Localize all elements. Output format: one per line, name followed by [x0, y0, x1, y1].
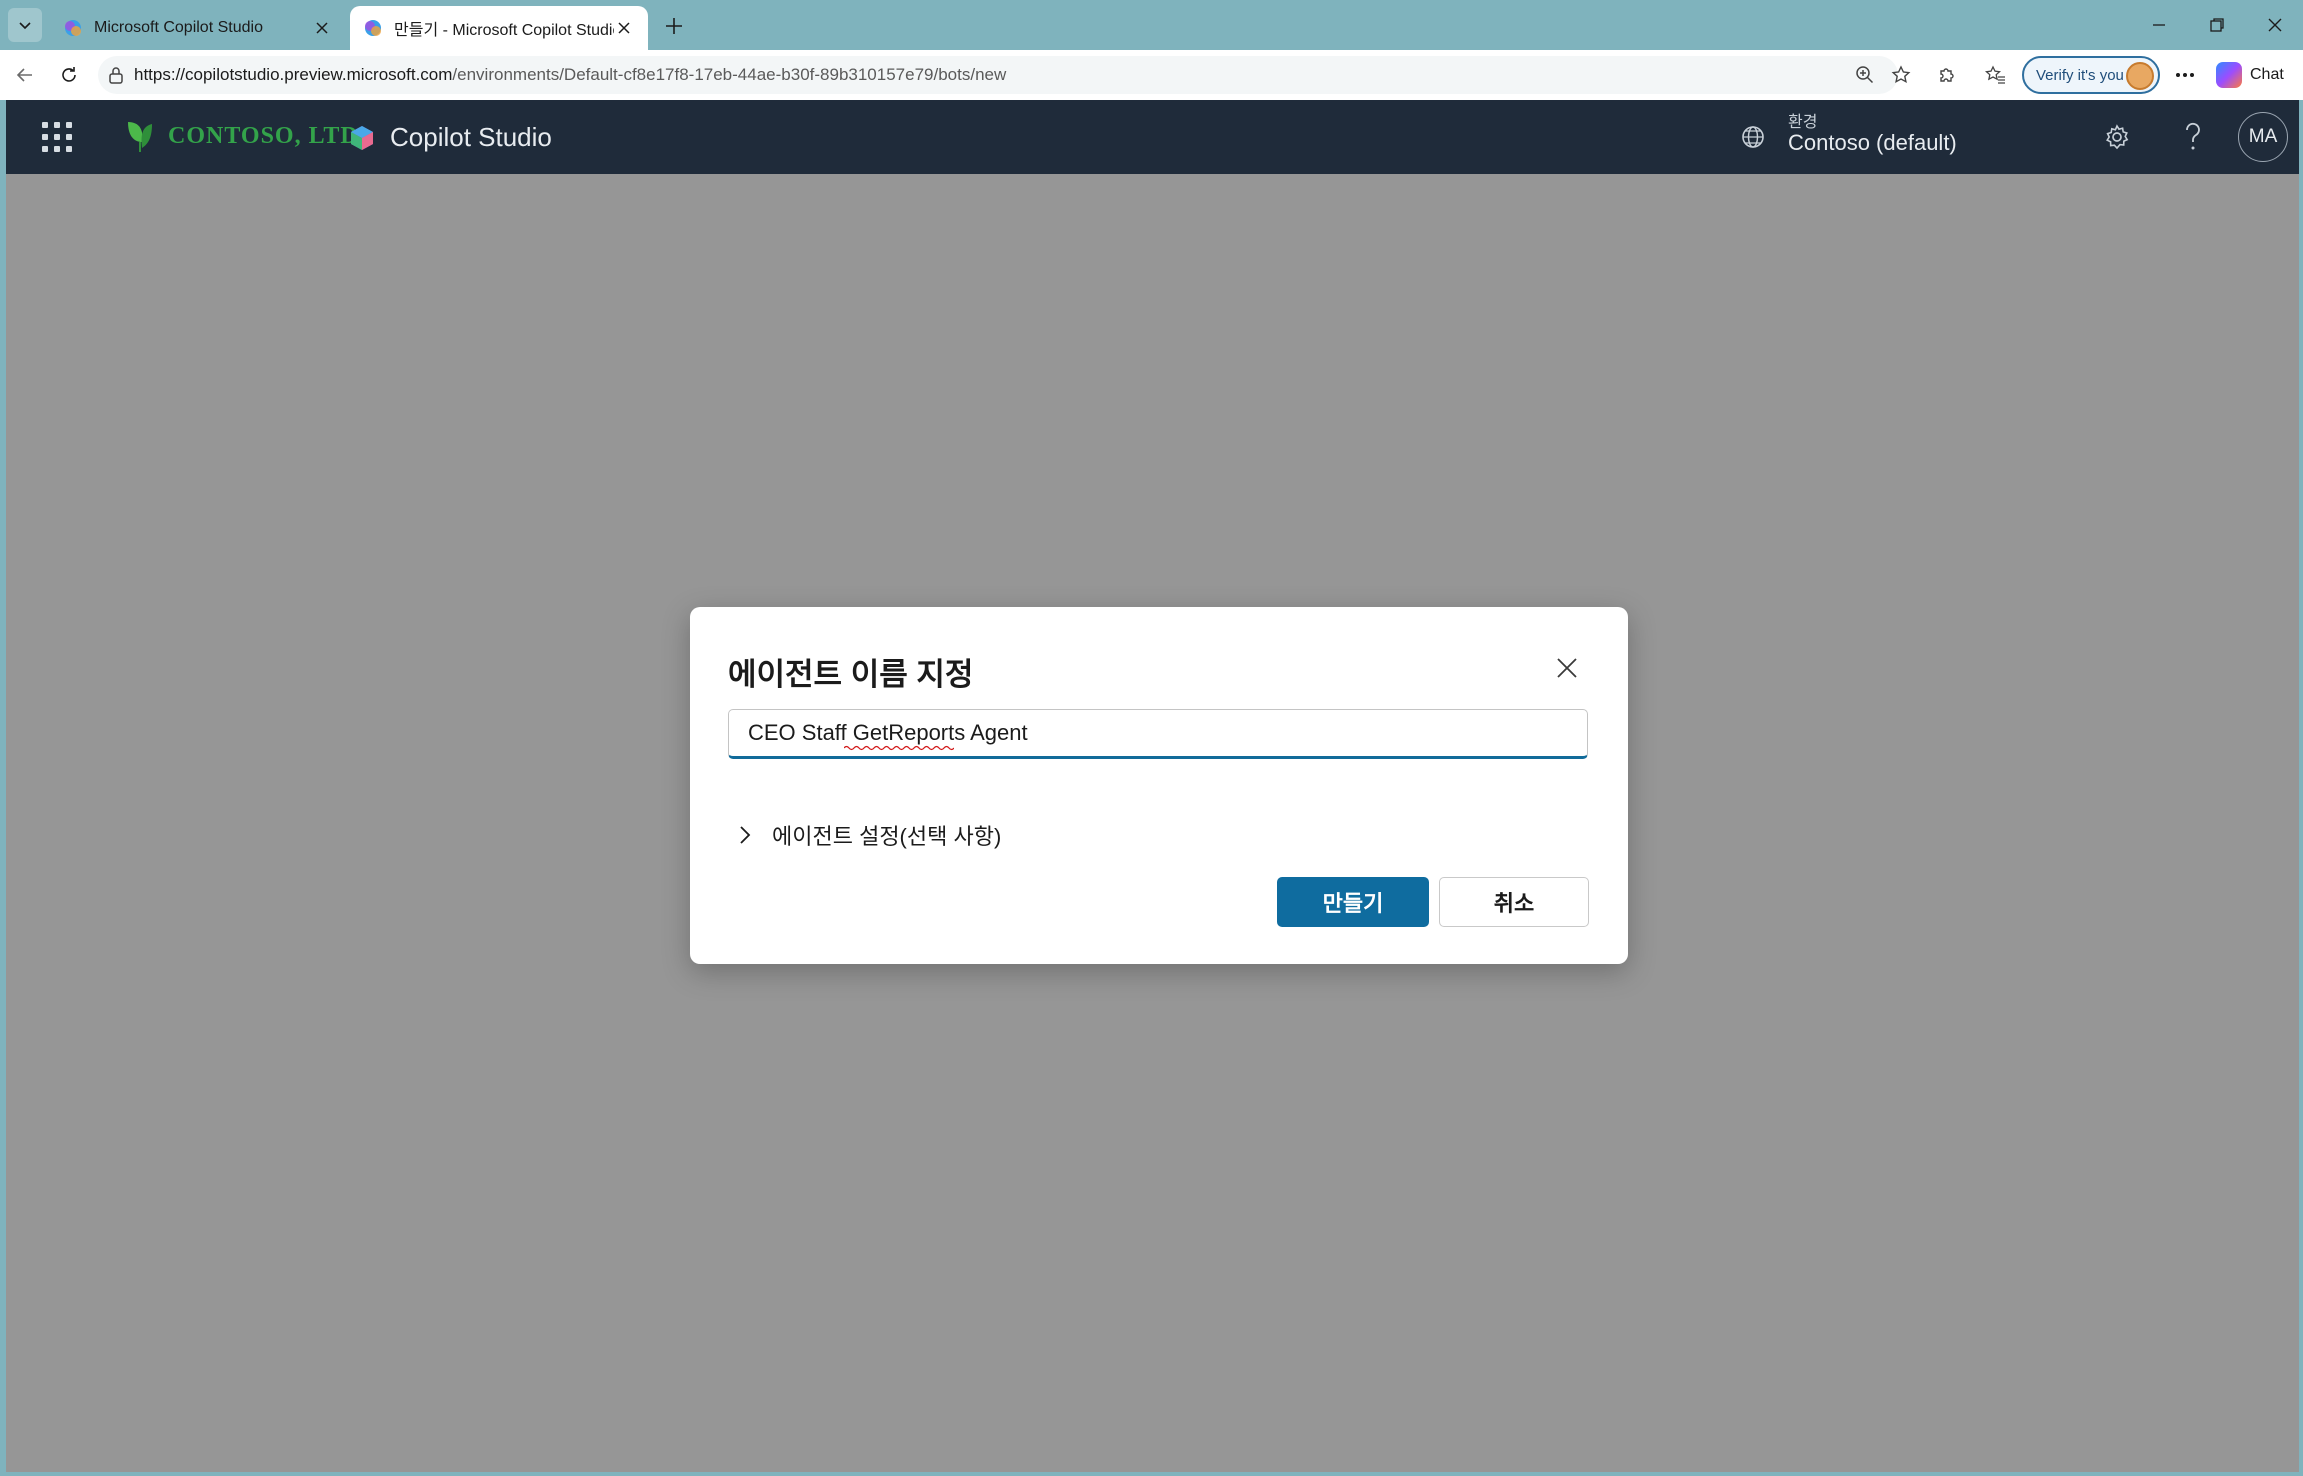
- close-icon: [1557, 658, 1577, 678]
- url-field[interactable]: https://copilotstudio.preview.microsoft.…: [98, 56, 1898, 94]
- copilot-icon: [2216, 62, 2242, 88]
- url-text: https://copilotstudio.preview.microsoft.…: [134, 65, 1006, 85]
- restore-window-button[interactable]: [2188, 0, 2246, 50]
- url-path: /environments/Default-cf8e17f8-17eb-44ae…: [452, 65, 1007, 84]
- minimize-icon: [2153, 24, 2165, 26]
- close-window-button[interactable]: [2246, 0, 2303, 50]
- agent-settings-expander[interactable]: 에이전트 설정(선택 사항): [734, 817, 1001, 853]
- app-launcher-icon[interactable]: [42, 122, 72, 152]
- org-logo[interactable]: CONTOSO, LTD.: [124, 118, 366, 154]
- environment-picker[interactable]: Contoso (default): [1788, 130, 1957, 156]
- ellipsis-icon: [2176, 73, 2194, 77]
- favorite-button[interactable]: [1886, 60, 1916, 90]
- more-options-button[interactable]: [2170, 60, 2200, 90]
- dialog-title: 에이전트 이름 지정: [728, 657, 974, 692]
- chat-label: Chat: [2250, 66, 2284, 83]
- settings-button[interactable]: [2100, 120, 2134, 154]
- browser-tab-bar: Microsoft Copilot Studio 만들기 - Microsoft…: [0, 0, 2303, 50]
- puzzle-icon: [1940, 68, 1954, 82]
- favorites-button[interactable]: [1980, 60, 2010, 90]
- profile-avatar: [2126, 62, 2154, 90]
- copilot-studio-favicon-icon: [365, 20, 381, 36]
- tab-copilot-studio[interactable]: Microsoft Copilot Studio: [50, 6, 346, 50]
- create-button[interactable]: 만들기: [1277, 877, 1429, 927]
- close-tab-icon[interactable]: [312, 18, 332, 38]
- copilot-studio-logo-icon: [351, 125, 373, 150]
- lock-icon[interactable]: [108, 66, 124, 84]
- plus-icon: [666, 18, 682, 34]
- agent-name-input[interactable]: [728, 709, 1588, 759]
- restore-icon: [2210, 18, 2224, 32]
- leaf-icon: [128, 122, 152, 152]
- zoom-button[interactable]: [1850, 60, 1880, 90]
- verify-identity-button[interactable]: Verify it's you: [2022, 56, 2160, 94]
- copilot-chat-button[interactable]: Chat: [2216, 58, 2284, 92]
- refresh-icon: [62, 67, 76, 82]
- zoom-icon: [1856, 66, 1874, 84]
- back-button[interactable]: [10, 60, 40, 90]
- tab-title: Microsoft Copilot Studio: [94, 19, 263, 36]
- tab-title: 만들기 - Microsoft Copilot Studio: [394, 22, 614, 39]
- tab-create-copilot-studio[interactable]: 만들기 - Microsoft Copilot Studio: [350, 6, 648, 50]
- name-agent-dialog: 에이전트 이름 지정 CEO Staff GetReports Agent 에이…: [690, 607, 1628, 964]
- browser-address-bar: https://copilotstudio.preview.microsoft.…: [0, 50, 2303, 100]
- close-dialog-button[interactable]: [1550, 651, 1584, 685]
- refresh-button[interactable]: [54, 60, 84, 90]
- gear-icon: [2106, 124, 2129, 150]
- product-logo[interactable]: Copilot Studio: [348, 122, 552, 153]
- star-icon: [1891, 65, 1911, 84]
- close-icon: [2268, 18, 2282, 32]
- minimize-window-button[interactable]: [2130, 0, 2188, 50]
- app-viewport: CONTOSO, LTD. Copilot Studio 환경 Contoso …: [6, 100, 2299, 1472]
- environment-icon[interactable]: [1738, 122, 1768, 152]
- app-header: CONTOSO, LTD. Copilot Studio 환경 Contoso …: [6, 100, 2299, 174]
- product-name: Copilot Studio: [390, 122, 552, 152]
- favorites-list-icon: [1984, 65, 2005, 84]
- spellcheck-underline: [844, 745, 954, 751]
- copilot-studio-favicon-icon: [65, 20, 81, 36]
- environment-label: 환경: [1788, 114, 1818, 131]
- agent-settings-label: 에이전트 설정(선택 사항): [772, 824, 1002, 849]
- help-button[interactable]: [2176, 120, 2210, 154]
- close-tab-icon[interactable]: [614, 18, 634, 38]
- org-name: CONTOSO, LTD.: [168, 122, 366, 149]
- tab-actions-menu-button[interactable]: [8, 8, 42, 42]
- arrow-left-icon: [16, 68, 32, 82]
- new-tab-button[interactable]: [660, 12, 688, 40]
- verify-label: Verify it's you: [2036, 66, 2124, 84]
- question-icon: [2186, 122, 2200, 150]
- chevron-down-icon: [19, 22, 31, 30]
- chevron-right-icon: [734, 824, 756, 846]
- extensions-button[interactable]: [1932, 60, 1962, 90]
- user-avatar[interactable]: MA: [2238, 112, 2288, 162]
- cancel-button[interactable]: 취소: [1439, 877, 1589, 927]
- url-host: https://copilotstudio.preview.microsoft.…: [134, 65, 453, 84]
